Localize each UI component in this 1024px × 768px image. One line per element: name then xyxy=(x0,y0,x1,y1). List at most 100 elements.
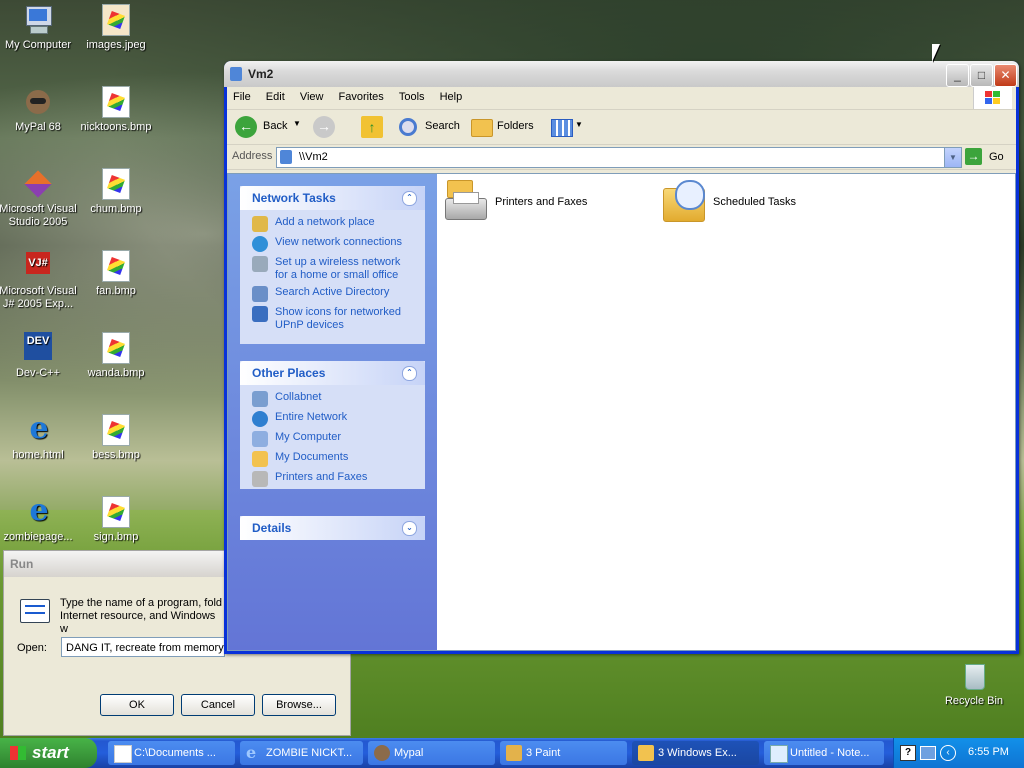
address-input[interactable]: \\Vm2 ▼ xyxy=(276,147,962,168)
bitmap-file-icon xyxy=(100,496,132,528)
raccoon-icon xyxy=(22,86,54,118)
monitor-icon[interactable] xyxy=(920,746,936,760)
tray-chevron-icon[interactable]: ‹ xyxy=(940,745,956,761)
desktop-icon-mypal[interactable]: MyPal 68 xyxy=(0,86,78,134)
search-directory-icon xyxy=(252,286,268,302)
explorer-window: Vm2 _ □ ✕ File Edit View Favorites Tools… xyxy=(224,61,1019,654)
desktop-icon-label: sign.bmp xyxy=(93,531,139,543)
desktop-icon-recycle-bin[interactable]: Recycle Bin xyxy=(934,660,1014,708)
desktop-icon-nicktoons[interactable]: nicktoons.bmp xyxy=(76,86,156,134)
address-bar: Address \\Vm2 ▼ → Go xyxy=(227,145,1016,170)
close-button[interactable]: ✕ xyxy=(994,64,1017,87)
desktop-icon-label: Microsoft Visual J# 2005 Exp... xyxy=(0,285,77,310)
documents-folder-icon xyxy=(252,451,268,467)
internet-explorer-icon: e xyxy=(29,493,49,528)
task-zombie-nicktoons[interactable]: e ZOMBIE NICKT... xyxy=(240,741,363,765)
minimize-button[interactable]: _ xyxy=(946,64,969,87)
bitmap-file-icon xyxy=(100,86,132,118)
clock: 6:55 PM xyxy=(968,746,1009,758)
collapse-chevron-icon[interactable]: ⌃ xyxy=(402,191,417,206)
desktop-icon-sign[interactable]: sign.bmp xyxy=(76,496,156,544)
windows-logo-icon xyxy=(973,87,1012,109)
scheduled-tasks-icon xyxy=(661,180,707,224)
desktop-icon-images[interactable]: images.jpeg xyxy=(76,4,156,52)
menu-help[interactable]: Help xyxy=(434,87,469,103)
content-area: Network Tasks ⌃ Add a network place View… xyxy=(227,173,1016,651)
menu-favorites[interactable]: Favorites xyxy=(333,87,390,103)
task-mypal[interactable]: Mypal xyxy=(368,741,495,765)
details-header[interactable]: Details ⌄ xyxy=(240,516,425,540)
task-pane: Network Tasks ⌃ Add a network place View… xyxy=(228,174,437,650)
paint-icon xyxy=(506,745,522,761)
desktop-icon-label: chum.bmp xyxy=(90,203,142,215)
browse-button[interactable]: Browse... xyxy=(262,694,336,716)
desktop-icon-zombiepage[interactable]: e zombiepage... xyxy=(0,496,78,544)
task-view-network-connections[interactable]: View network connections xyxy=(252,236,425,252)
desktop-icon-label: My Computer xyxy=(4,39,72,51)
desktop-icon-label: fan.bmp xyxy=(96,285,136,297)
desktop-icon-my-computer[interactable]: My Computer xyxy=(0,4,78,52)
network-tasks-panel: Network Tasks ⌃ Add a network place View… xyxy=(240,186,425,344)
desktop-icon-chum[interactable]: chum.bmp xyxy=(76,168,156,216)
task-setup-wireless[interactable]: Set up a wireless network for a home or … xyxy=(252,256,425,282)
place-entire-network[interactable]: Entire Network xyxy=(252,411,425,427)
address-label: Address xyxy=(232,150,273,162)
cancel-button[interactable]: Cancel xyxy=(181,694,255,716)
desktop-icon-fan[interactable]: fan.bmp xyxy=(76,250,156,298)
task-show-upnp-icons[interactable]: Show icons for networked UPnP devices xyxy=(252,306,425,332)
upnp-devices-icon xyxy=(252,306,268,322)
item-scheduled-tasks[interactable]: Scheduled Tasks xyxy=(661,180,796,224)
window-titlebar[interactable]: Vm2 _ □ ✕ xyxy=(224,61,1019,87)
desktop-icon-wanda[interactable]: wanda.bmp xyxy=(76,332,156,380)
expand-chevron-icon[interactable]: ⌄ xyxy=(402,521,417,536)
views-button[interactable]: ▼ xyxy=(549,117,583,137)
task-paint-group[interactable]: 3 Paint xyxy=(500,741,627,765)
other-places-header[interactable]: Other Places ⌃ xyxy=(240,361,425,385)
place-collabnet[interactable]: Collabnet xyxy=(252,391,425,407)
raccoon-icon xyxy=(374,745,390,761)
desktop-icon-bess[interactable]: bess.bmp xyxy=(76,414,156,462)
menu-view[interactable]: View xyxy=(294,87,330,103)
desktop-icon-home-html[interactable]: e home.html xyxy=(0,414,78,462)
menu-bar: File Edit View Favorites Tools Help xyxy=(227,87,1016,110)
task-add-network-place[interactable]: Add a network place xyxy=(252,216,425,232)
network-tasks-header[interactable]: Network Tasks ⌃ xyxy=(240,186,425,210)
run-open-input[interactable]: DANG IT, recreate from memory xyxy=(61,637,225,657)
network-connections-icon xyxy=(252,236,268,252)
desktop-icon-visual-studio[interactable]: Microsoft Visual Studio 2005 xyxy=(0,168,78,229)
bitmap-file-icon xyxy=(100,414,132,446)
go-button[interactable]: → Go xyxy=(965,147,1009,166)
ok-button[interactable]: OK xyxy=(100,694,174,716)
menu-edit[interactable]: Edit xyxy=(260,87,291,103)
up-folder-button[interactable]: ↑ xyxy=(361,116,383,138)
menu-file[interactable]: File xyxy=(227,87,257,103)
dev-cpp-icon: DEV xyxy=(22,332,54,364)
folders-button[interactable]: Folders xyxy=(469,115,537,139)
back-button[interactable]: ← Back ▼ xyxy=(233,115,301,139)
internet-explorer-icon: e xyxy=(29,411,49,446)
network-folder-icon xyxy=(230,67,242,81)
search-button[interactable]: Search xyxy=(397,115,461,139)
place-printers-faxes[interactable]: Printers and Faxes xyxy=(252,471,425,487)
forward-button[interactable]: → xyxy=(313,116,335,138)
item-printers-and-faxes[interactable]: Printers and Faxes xyxy=(443,180,587,224)
menu-tools[interactable]: Tools xyxy=(393,87,431,103)
place-my-computer[interactable]: My Computer xyxy=(252,431,425,447)
task-search-active-directory[interactable]: Search Active Directory xyxy=(252,286,425,302)
task-windows-explorer-group[interactable]: 3 Windows Ex... xyxy=(632,741,759,765)
help-icon[interactable]: ? xyxy=(900,745,916,761)
maximize-button[interactable]: □ xyxy=(970,64,993,87)
folders-icon xyxy=(471,119,493,137)
desktop-icon-visual-j[interactable]: VJ# Microsoft Visual J# 2005 Exp... xyxy=(0,250,78,311)
task-notepad[interactable]: Untitled - Note... xyxy=(764,741,884,765)
place-my-documents[interactable]: My Documents xyxy=(252,451,425,467)
start-button[interactable]: start xyxy=(0,738,97,768)
desktop-icon-dev-cpp[interactable]: DEV Dev-C++ xyxy=(0,332,78,380)
system-tray: ? ‹ 6:55 PM xyxy=(893,738,1024,768)
collapse-chevron-icon[interactable]: ⌃ xyxy=(402,366,417,381)
bitmap-file-icon xyxy=(100,250,132,282)
search-icon xyxy=(399,118,417,136)
desktop-icon-label: wanda.bmp xyxy=(87,367,145,379)
task-documents[interactable]: C:\Documents ... xyxy=(108,741,235,765)
address-dropdown-button[interactable]: ▼ xyxy=(944,148,961,167)
